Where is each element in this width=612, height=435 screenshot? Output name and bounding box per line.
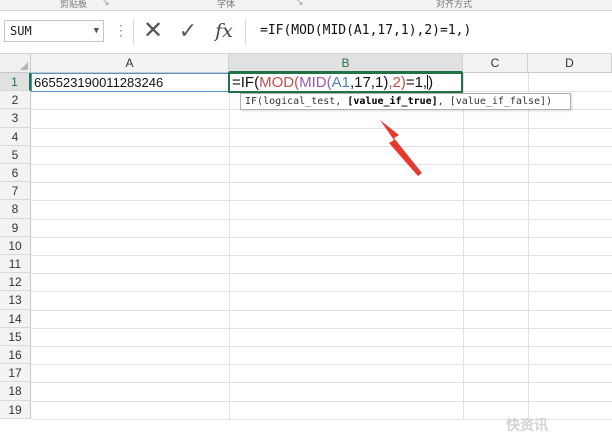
formula-text: =1, <box>405 74 428 91</box>
cell-a1[interactable]: 665523190011283246 <box>31 73 229 92</box>
formula-text: ) <box>428 74 434 91</box>
insert-function-button[interactable]: fx <box>212 20 236 42</box>
column-header-c[interactable]: C <box>463 54 528 73</box>
select-all-corner[interactable] <box>0 54 31 73</box>
row-header[interactable]: 17 <box>0 364 31 383</box>
formula-input[interactable]: =IF(MOD(MID(A1,17,1),2)=1,) <box>246 20 612 44</box>
row-header[interactable]: 6 <box>0 164 31 183</box>
divider <box>133 19 134 45</box>
chevron-down-icon[interactable]: ▼ <box>94 21 99 41</box>
row-header[interactable]: 18 <box>0 382 31 401</box>
gridline <box>31 400 612 402</box>
cell-b1-editing[interactable]: =IF(MOD(MID(A1,17,1),2)=1,) <box>228 72 463 93</box>
gridline <box>31 346 612 347</box>
gridline <box>31 218 612 220</box>
gridline <box>229 73 230 420</box>
row-header[interactable]: 11 <box>0 255 31 274</box>
spreadsheet-grid: A B C D 1 2 3 4 5 6 7 8 9 10 11 12 13 14 15 16 17 18 19 66… <box>0 53 612 433</box>
gridline <box>31 291 612 293</box>
watermark: 快资讯 <box>506 417 548 433</box>
ribbon-group-font[interactable]: 字体 <box>217 0 235 10</box>
name-box[interactable]: SUM ▼ <box>4 20 104 42</box>
ribbon-group-alignment[interactable]: 对齐方式 <box>436 0 472 10</box>
gridline <box>31 200 612 202</box>
select-all-icon <box>20 62 28 70</box>
row-header[interactable]: 13 <box>0 291 31 310</box>
gridline <box>463 73 464 420</box>
formula-text: ,2) <box>388 74 406 91</box>
row-header[interactable]: 3 <box>0 109 31 128</box>
arrow-shape <box>380 120 422 176</box>
tooltip-arg[interactable]: logical_test, <box>263 96 347 107</box>
fx-icon: fx <box>215 20 233 42</box>
function-tooltip: IF(logical_test, [value_if_true], [value… <box>240 93 571 110</box>
check-icon: ✓ <box>178 18 198 43</box>
gridline <box>31 309 612 311</box>
tooltip-fn-name[interactable]: IF( <box>245 96 263 107</box>
gridline <box>31 327 612 329</box>
row-header[interactable]: 16 <box>0 346 31 365</box>
gridline <box>31 182 612 184</box>
row-header[interactable]: 7 <box>0 182 31 201</box>
gridline <box>31 164 612 165</box>
row-header[interactable]: 5 <box>0 145 31 164</box>
ribbon-strip: 剪贴板 ↘ 字体 ↘ 对齐方式 <box>0 0 612 11</box>
gridline <box>31 236 612 238</box>
gridline <box>31 145 612 147</box>
gridline <box>31 364 612 366</box>
clipboard-launcher-icon[interactable]: ↘ <box>102 0 110 8</box>
enter-button[interactable]: ✓ <box>176 20 200 42</box>
row-header[interactable]: 8 <box>0 200 31 219</box>
column-header-d[interactable]: D <box>528 54 612 73</box>
cross-icon: ✕ <box>142 17 164 44</box>
gridline <box>31 127 612 129</box>
gridline <box>528 73 529 420</box>
tooltip-arg[interactable]: , [value_if_false]) <box>438 96 552 107</box>
cancel-button[interactable]: ✕ <box>141 17 165 44</box>
formula-text: ,17,1) <box>349 74 389 91</box>
font-launcher-icon[interactable]: ↘ <box>296 0 304 8</box>
row-header[interactable]: 15 <box>0 327 31 346</box>
row-header[interactable]: 1 <box>0 73 31 92</box>
row-header[interactable]: 12 <box>0 273 31 292</box>
red-arrow-icon <box>380 120 422 176</box>
formula-bar-grip-icon[interactable]: ⋮ <box>114 23 128 37</box>
formula-fn-mid: MID( <box>299 74 332 91</box>
ribbon-group-clipboard[interactable]: 剪贴板 <box>60 0 87 10</box>
formula-cell-reference: A1 <box>331 74 350 91</box>
column-header-a[interactable]: A <box>31 54 229 73</box>
gridline <box>31 382 612 384</box>
formula-bar: SUM ▼ ⋮ ✕ ✓ fx =IF(MOD(MID(A1,17,1),2)=1… <box>0 11 612 47</box>
tooltip-arg-current[interactable]: [value_if_true] <box>347 96 437 107</box>
column-header-b[interactable]: B <box>229 54 463 73</box>
row-header[interactable]: 4 <box>0 127 31 146</box>
gridline <box>31 273 612 275</box>
row-header[interactable]: 14 <box>0 309 31 328</box>
row-header[interactable]: 9 <box>0 218 31 237</box>
formula-fn-mod: MOD( <box>259 74 300 91</box>
row-header[interactable]: 19 <box>0 400 31 419</box>
row-header[interactable]: 2 <box>0 91 31 110</box>
row-header[interactable]: 10 <box>0 236 31 255</box>
formula-text: =IF( <box>232 74 260 91</box>
gridline <box>31 255 612 256</box>
name-box-value: SUM <box>10 24 32 38</box>
